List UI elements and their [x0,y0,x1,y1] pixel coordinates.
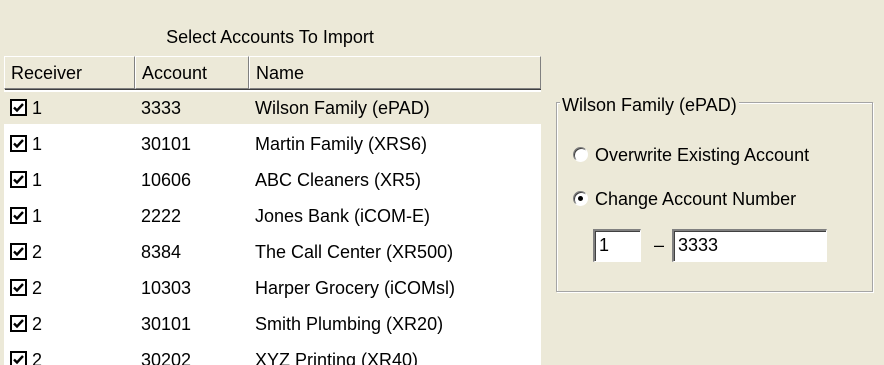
radio-icon[interactable] [573,191,588,206]
checkbox-checked-icon[interactable] [10,207,27,224]
checkbox-checked-icon[interactable] [10,171,27,188]
radio-selected-dot [578,196,583,201]
account-cell: 30101 [141,134,192,154]
receiver-cell: 2 [32,278,43,298]
grid-body: 1 3333 Wilson Family (ePAD) 1 30101 Martin Fa… [4,90,541,365]
change-number-label: Change Account Number [595,189,797,209]
receiver-cell: 1 [32,98,43,118]
table-row[interactable]: 1 10606 ABC Cleaners (XR5) [4,164,541,196]
receiver-cell: 1 [32,134,43,154]
radio-icon[interactable] [573,147,588,162]
account-cell: 8384 [141,242,182,262]
checkbox-checked-icon[interactable] [10,351,27,365]
checkbox-checked-icon[interactable] [10,243,27,260]
table-row[interactable]: 2 30202 XYZ Printing (XR40) [4,344,541,365]
account-cell: 3333 [141,98,182,118]
account-cell: 2222 [141,206,182,226]
checkbox-checked-icon[interactable] [10,99,27,116]
name-cell: Jones Bank (iCOM-E) [255,206,431,226]
checkbox-checked-icon[interactable] [10,135,27,152]
receiver-cell: 2 [32,314,43,334]
receiver-cell: 2 [32,242,43,262]
table-row[interactable]: 1 2222 Jones Bank (iCOM-E) [4,200,541,232]
checkbox-checked-icon[interactable] [10,315,27,332]
name-cell: Harper Grocery (iCOMsl) [255,278,456,298]
name-cell: XYZ Printing (XR40) [255,350,419,365]
account-number-field[interactable]: 3333 [672,229,827,262]
column-header-account[interactable]: Account [135,56,249,89]
name-cell: Wilson Family (ePAD) [255,98,430,118]
table-row[interactable]: 1 3333 Wilson Family (ePAD) [4,92,541,124]
table-row[interactable]: 2 30101 Smith Plumbing (XR20) [4,308,541,340]
name-cell: Smith Plumbing (XR20) [255,314,444,334]
name-cell: The Call Center (XR500) [255,242,454,262]
account-cell: 30101 [141,314,192,334]
column-header-receiver[interactable]: Receiver [4,56,135,89]
account-cell: 10303 [141,278,192,298]
accounts-grid: Receiver Account Name 1 3333 Wilson Family… [4,56,541,365]
overwrite-label: Overwrite Existing Account [595,145,810,165]
receiver-cell: 1 [32,206,43,226]
checkbox-checked-icon[interactable] [10,279,27,296]
receiver-number-field[interactable]: 1 [593,229,641,262]
name-cell: ABC Cleaners (XR5) [255,170,422,190]
receiver-cell: 1 [32,170,43,190]
column-header-name[interactable]: Name [249,56,541,89]
table-row[interactable]: 2 8384 The Call Center (XR500) [4,236,541,268]
name-cell: Martin Family (XRS6) [255,134,428,154]
account-cell: 30202 [141,350,192,365]
account-cell: 10606 [141,170,192,190]
grid-header: Receiver Account Name [4,56,541,91]
group-title: Wilson Family (ePAD) [560,94,739,116]
table-row[interactable]: 2 10303 Harper Grocery (iCOMsl) [4,272,541,304]
dash-separator: – [654,235,665,255]
receiver-cell: 2 [32,350,43,365]
table-row[interactable]: 1 30101 Martin Family (XRS6) [4,128,541,160]
panel-title: Select Accounts To Import [166,27,374,47]
